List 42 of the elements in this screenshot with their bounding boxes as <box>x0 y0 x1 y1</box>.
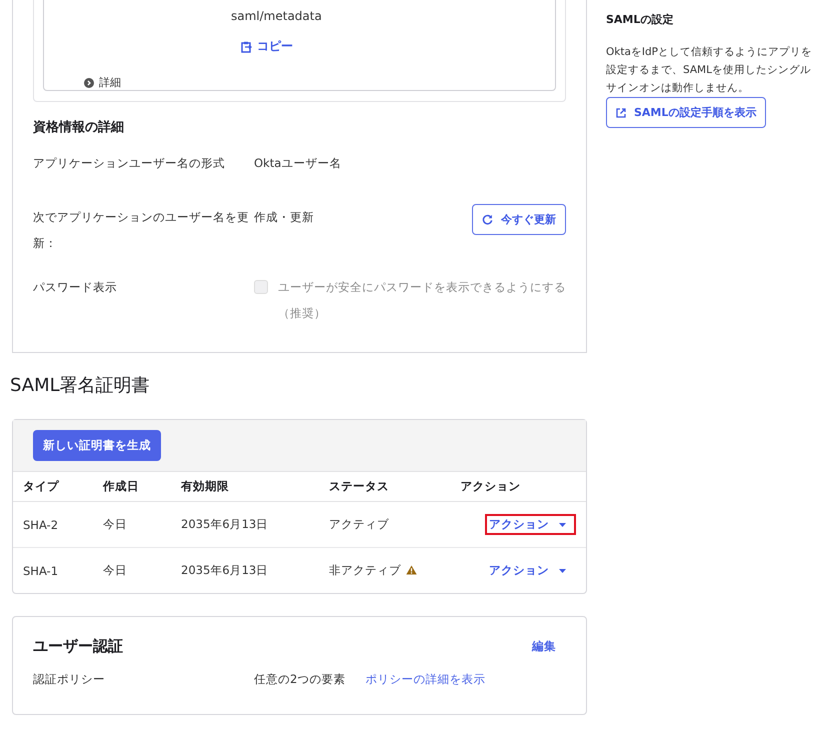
clipboard-icon <box>241 40 252 52</box>
table-cell: 2035年6月13日 <box>171 548 319 593</box>
actions-dropdown[interactable]: アクション <box>485 514 576 535</box>
section-heading: 資格情報の詳細 <box>33 119 125 136</box>
actions-dropdown[interactable]: アクション <box>485 560 576 581</box>
chevron-circle-icon[interactable] <box>84 78 94 88</box>
field-label: パスワード表示 <box>33 279 118 296</box>
copy-button[interactable]: コピー <box>241 38 293 55</box>
field-label: 認証ポリシー <box>33 671 106 688</box>
metadata-url: saml/metadata <box>231 9 322 23</box>
sidebar-title: SAMLの設定 <box>606 12 674 27</box>
column-header: ステータス <box>319 472 451 502</box>
section-title: SAML署名証明書 <box>10 374 151 397</box>
column-header: アクション <box>450 472 586 502</box>
field-value: Oktaユーザー名 <box>254 155 342 172</box>
table-cell: SHA-2 <box>13 502 93 548</box>
policy-details-link[interactable]: ポリシーの詳細を表示 <box>365 672 486 686</box>
status-text: 非アクティブ <box>329 563 401 577</box>
column-header: 有効期限 <box>171 472 319 502</box>
checkbox-label: ユーザーが安全にパスワードを表示できるようにする（推奨） <box>278 279 567 322</box>
table-cell: SHA-1 <box>13 548 93 593</box>
field-value: 作成・更新 <box>254 209 315 226</box>
external-link-icon <box>616 108 626 118</box>
generate-certificate-button[interactable]: 新しい証明書を生成 <box>33 430 161 461</box>
caret-icon <box>559 568 566 572</box>
status-text: アクティブ <box>329 517 389 531</box>
field-label: アプリケーションユーザー名の形式 <box>33 155 226 172</box>
table-cell: 2035年6月13日 <box>171 502 319 548</box>
table-cell: 今日 <box>93 502 171 548</box>
section-heading: ユーザー認証 <box>33 637 123 656</box>
column-header: タイプ <box>13 472 93 502</box>
column-header: 作成日 <box>93 472 171 502</box>
sidebar-text: OktaをIdPとして信頼するようにアプリを設定するまで、SAMLを使用したシングルサインオンは動作しません。 <box>606 45 813 96</box>
edit-button[interactable]: 編集 <box>532 639 556 654</box>
field-value: 任意の2つの要素 <box>254 672 346 686</box>
table-cell: 今日 <box>93 548 171 593</box>
update-now-button[interactable]: 今すぐ更新 <box>472 204 566 235</box>
field-label: 次でアプリケーションのユーザー名を更新： <box>33 209 250 252</box>
details-toggle[interactable]: 詳細 <box>99 75 121 90</box>
saml-instructions-button[interactable]: SAMLの設定手順を表示 <box>606 97 766 128</box>
caret-icon <box>559 522 566 526</box>
refresh-icon <box>482 214 493 225</box>
